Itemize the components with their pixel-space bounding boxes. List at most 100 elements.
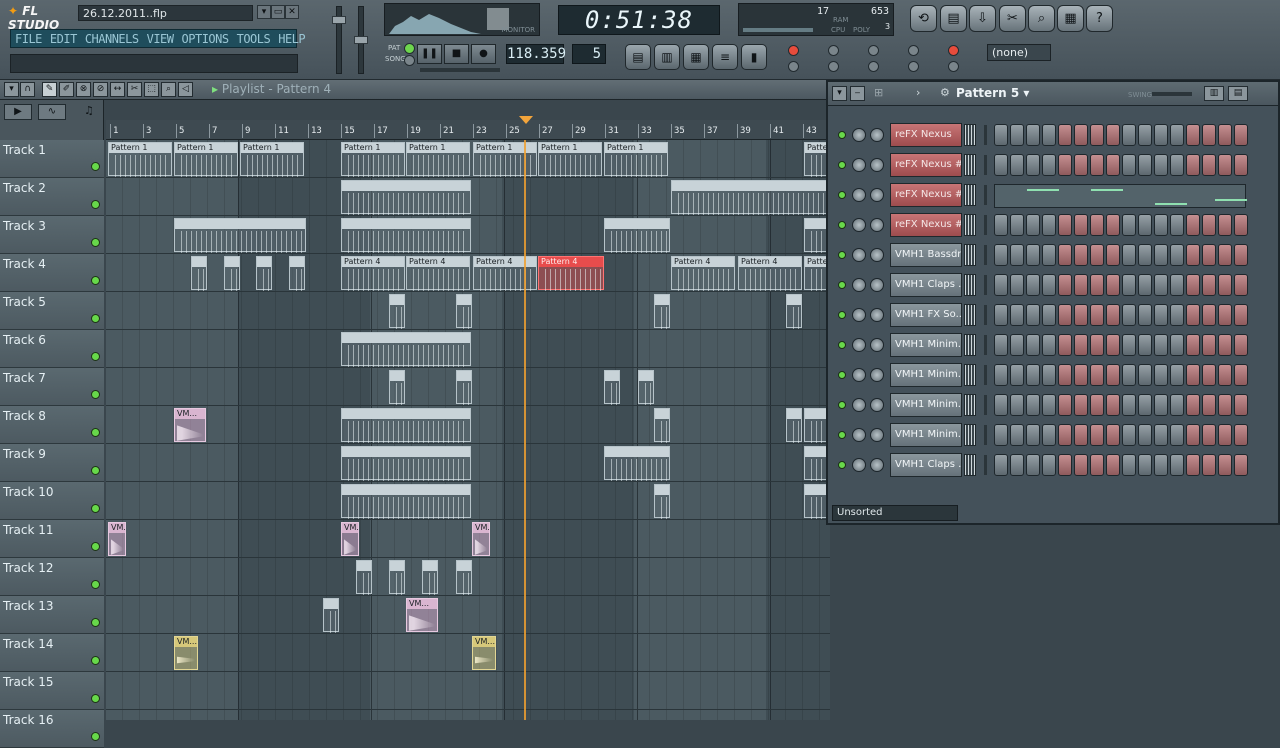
playlist-timeline-ruler[interactable]: 1 3 5 7 9 11 13 15 17 19 21 23 25 27 29 31 33 35 37 39 41 43 <box>106 120 830 140</box>
step-button[interactable] <box>1138 214 1152 236</box>
step-button[interactable] <box>1218 124 1232 146</box>
step-button[interactable] <box>1170 274 1184 296</box>
step-button[interactable] <box>1042 394 1056 416</box>
step-button[interactable] <box>1234 154 1248 176</box>
graph-editor-icon[interactable]: ▥ <box>1204 86 1224 101</box>
song-time-display[interactable]: 0:51:38 <box>558 5 720 35</box>
playlist-view-tab[interactable]: ▶ <box>4 104 32 120</box>
channel-select-bar[interactable] <box>984 365 987 385</box>
midi-controller-select[interactable]: (none) <box>987 44 1051 61</box>
step-button[interactable] <box>994 244 1008 266</box>
step-button[interactable] <box>1106 124 1120 146</box>
playlist-grid[interactable]: Pattern 1 Pattern 1 Pattern 1 Pattern 1 Patt… <box>106 140 830 720</box>
step-button[interactable] <box>1090 274 1104 296</box>
channel-volume-knob[interactable] <box>870 338 884 352</box>
pattern-clip[interactable]: Pattern 1 <box>174 142 238 177</box>
step-button[interactable] <box>1218 214 1232 236</box>
step-button[interactable] <box>1010 454 1024 476</box>
pattern-clip[interactable] <box>638 370 654 405</box>
track-lane[interactable] <box>106 634 830 672</box>
playback-tool-icon[interactable]: ◁ <box>178 82 193 97</box>
minimize-button[interactable]: ▾ <box>257 5 271 19</box>
step-button[interactable] <box>1186 154 1200 176</box>
step-button[interactable] <box>1202 124 1216 146</box>
slice-tool-icon[interactable]: ✂ <box>127 82 142 97</box>
channel-mute-led[interactable] <box>838 221 846 229</box>
track-lane[interactable] <box>106 672 830 710</box>
help-icon[interactable]: ? <box>1086 5 1113 32</box>
menu-channels[interactable]: CHANNELS <box>85 32 139 46</box>
step-button[interactable] <box>1010 154 1024 176</box>
step-button[interactable] <box>994 394 1008 416</box>
track-mute-led[interactable] <box>91 504 100 513</box>
step-button[interactable] <box>1010 274 1024 296</box>
pattern-clip[interactable] <box>341 180 471 215</box>
pat-mode-led[interactable] <box>404 43 415 54</box>
pattern-clip[interactable]: Pattern 1 <box>108 142 172 177</box>
menu-file[interactable]: FILE <box>15 32 42 46</box>
project-info-icon[interactable]: ▦ <box>1057 5 1084 32</box>
step-button[interactable] <box>1202 214 1216 236</box>
step-button[interactable] <box>1026 394 1040 416</box>
step-button[interactable] <box>1234 124 1248 146</box>
step-button[interactable] <box>1090 364 1104 386</box>
channel-mute-led[interactable] <box>838 251 846 259</box>
step-button[interactable] <box>1154 124 1168 146</box>
selected-pattern-clip[interactable]: Pattern 4 <box>538 256 604 291</box>
track-mute-led[interactable] <box>91 542 100 551</box>
step-button[interactable] <box>1106 334 1120 356</box>
save-icon[interactable]: ▤ <box>940 5 967 32</box>
step-button[interactable] <box>1202 364 1216 386</box>
channel-name-button[interactable]: VMH1 Claps ... <box>890 273 962 297</box>
pattern-clip[interactable] <box>191 256 207 291</box>
cut-icon[interactable]: ✂ <box>999 5 1026 32</box>
pattern-clip[interactable] <box>389 370 405 405</box>
step-button[interactable] <box>1138 244 1152 266</box>
audio-clip[interactable]: VM... <box>174 408 206 442</box>
channel-volume-knob[interactable] <box>870 158 884 172</box>
channel-volume-knob[interactable] <box>870 458 884 472</box>
step-button[interactable] <box>1090 424 1104 446</box>
step-button[interactable] <box>1122 304 1136 326</box>
step-button[interactable] <box>1074 364 1088 386</box>
channel-pan-knob[interactable] <box>852 338 866 352</box>
channel-volume-knob[interactable] <box>870 368 884 382</box>
track-header[interactable]: Track 6 <box>0 330 104 368</box>
track-header[interactable]: Track 12 <box>0 558 104 596</box>
step-button[interactable] <box>1042 124 1056 146</box>
pattern-clip[interactable] <box>654 484 670 519</box>
step-button[interactable] <box>1042 154 1056 176</box>
delete-tool-icon[interactable]: ⊗ <box>76 82 91 97</box>
step-button[interactable] <box>1090 334 1104 356</box>
step-button[interactable] <box>994 364 1008 386</box>
track-header[interactable]: Track 14 <box>0 634 104 672</box>
pattern-clip[interactable] <box>786 294 802 329</box>
channel-select-bar[interactable] <box>984 185 987 205</box>
pattern-clip[interactable]: Pattern 4 <box>406 256 470 291</box>
channel-pan-knob[interactable] <box>852 158 866 172</box>
track-header[interactable]: Track 3 <box>0 216 104 254</box>
pattern-clip[interactable]: Pattern 4 <box>671 256 735 291</box>
step-button[interactable] <box>1154 364 1168 386</box>
step-button[interactable] <box>1122 244 1136 266</box>
slip-tool-icon[interactable]: ↔ <box>110 82 125 97</box>
pattern-clip[interactable] <box>356 560 372 595</box>
record-button[interactable]: ● <box>471 44 496 64</box>
step-button[interactable] <box>1154 334 1168 356</box>
step-button[interactable] <box>1090 124 1104 146</box>
snap-magnet-icon[interactable]: ∩ <box>20 82 35 97</box>
step-button[interactable] <box>1234 454 1248 476</box>
step-button[interactable] <box>1202 274 1216 296</box>
pattern-clip[interactable]: Pattern 4 <box>341 256 405 291</box>
song-position-marker[interactable] <box>519 116 533 124</box>
maximize-button[interactable]: ▭ <box>271 5 285 19</box>
menu-tools[interactable]: TOOLS <box>237 32 271 46</box>
step-button[interactable] <box>1202 334 1216 356</box>
menu-help[interactable]: HELP <box>278 32 305 46</box>
pattern-clip[interactable]: Pattern 1 <box>604 142 668 177</box>
tempo-display[interactable]: 118.359 <box>506 44 566 64</box>
step-button[interactable] <box>1170 454 1184 476</box>
step-button[interactable] <box>1218 454 1232 476</box>
channel-name-button[interactable]: VMH1 Minim... <box>890 333 962 357</box>
step-button[interactable] <box>1202 244 1216 266</box>
